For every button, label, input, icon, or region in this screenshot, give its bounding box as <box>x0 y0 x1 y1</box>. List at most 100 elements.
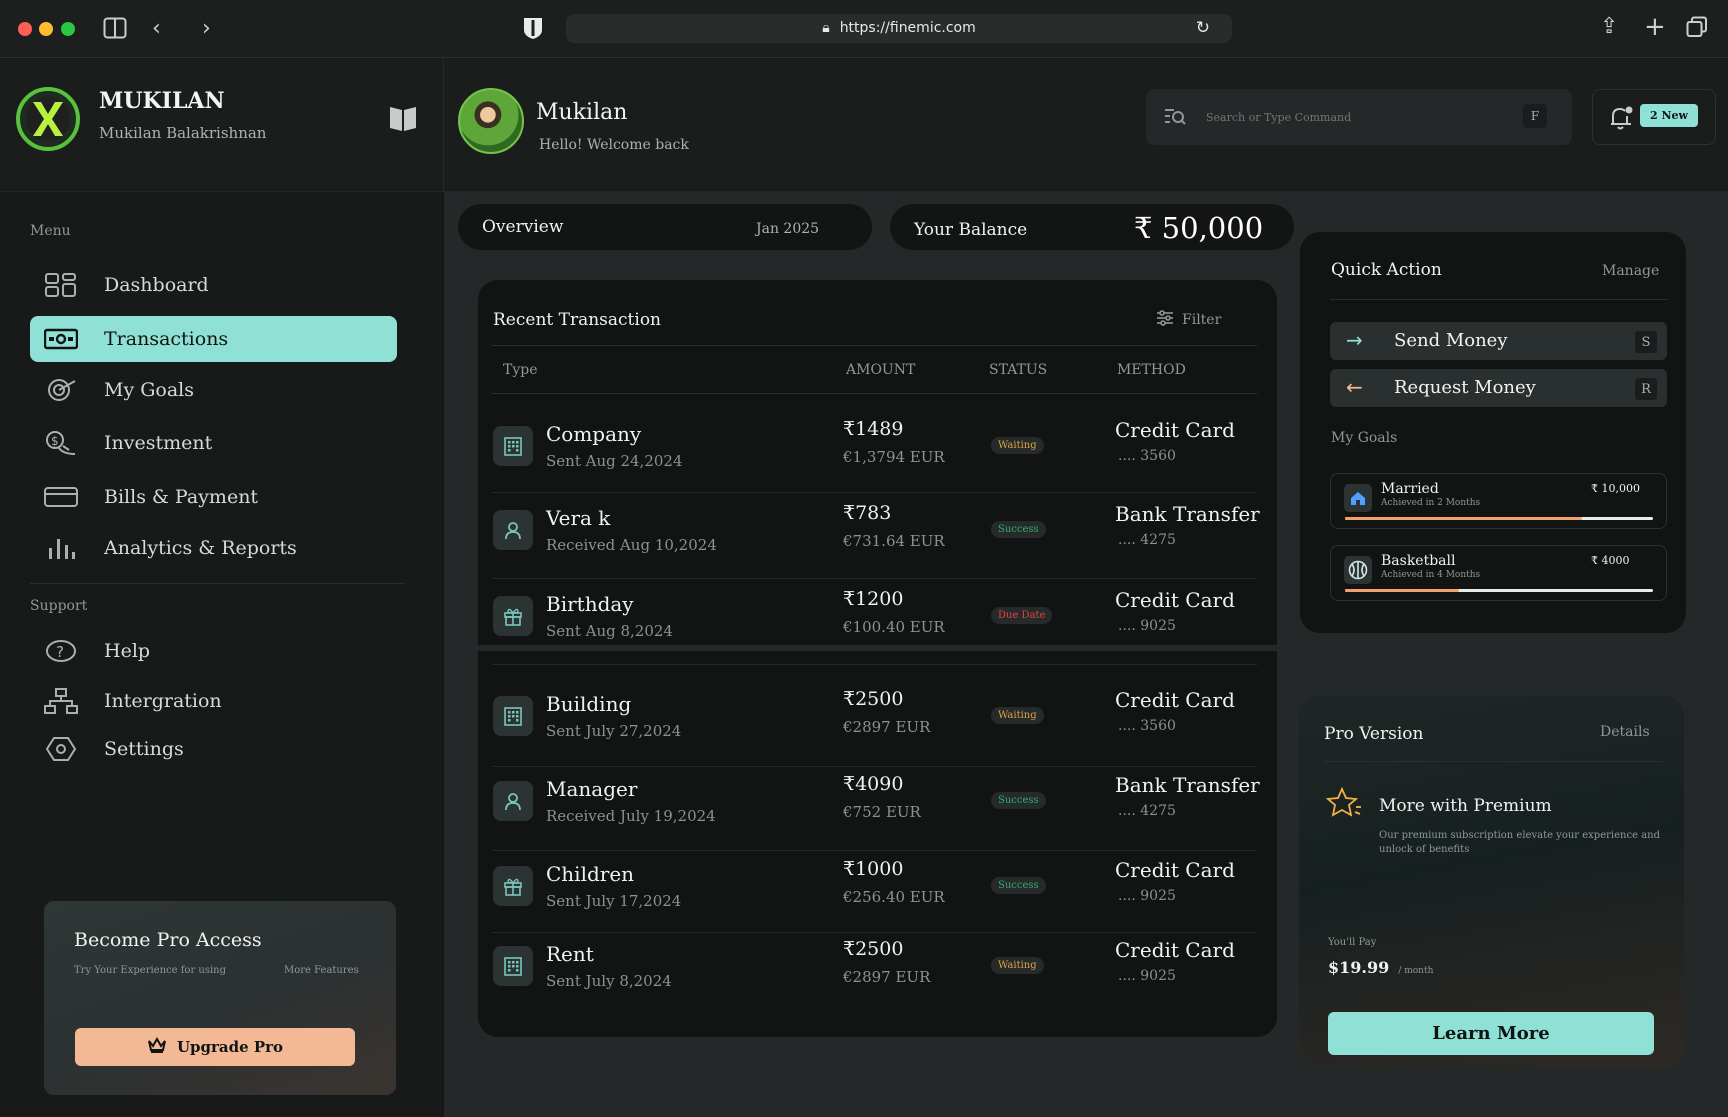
pro-details-link[interactable]: Details <box>1600 724 1650 740</box>
transaction-amount-eur: €731.64 EUR <box>843 532 945 550</box>
transaction-method: Credit Card <box>1115 688 1235 712</box>
filter-button[interactable]: Filter <box>1156 310 1221 330</box>
goal-progress-track <box>1345 589 1653 592</box>
transaction-method: Bank Transfer <box>1115 773 1260 797</box>
pro-title: Pro Version <box>1324 724 1424 744</box>
pro-access-more-text: More Features <box>284 965 359 976</box>
bell-icon[interactable] <box>1609 105 1633 135</box>
overview-label: Overview <box>482 217 564 237</box>
pro-description: Our premium subscription elevate your ex… <box>1379 830 1660 855</box>
transaction-method: Credit Card <box>1115 418 1235 442</box>
send-money-button[interactable]: → Send Money S <box>1330 322 1667 360</box>
building-icon <box>493 696 533 736</box>
transaction-date: Sent July 8,2024 <box>546 972 672 990</box>
goal-progress-fill <box>1345 589 1459 592</box>
quick-action-card: Quick Action Manage → Send Money S ← Req… <box>1300 232 1686 633</box>
table-row[interactable]: Rent Sent July 8,2024 ₹2500 €2897 EUR Waitin… <box>478 928 1277 1010</box>
transaction-method: Credit Card <box>1115 588 1235 612</box>
search-bar[interactable]: F <box>1146 89 1572 145</box>
sidebar-item-bills-payment[interactable]: Bills & Payment <box>30 474 397 520</box>
learn-more-button[interactable]: Learn More <box>1328 1012 1654 1055</box>
back-icon[interactable]: ‹ <box>152 16 161 41</box>
search-icon <box>1164 107 1186 131</box>
goal-amount: ₹ 10,000 <box>1591 482 1640 495</box>
table-row[interactable]: Building Sent July 27,2024 ₹2500 €2897 EUR W… <box>478 678 1277 760</box>
sidebar-item-dashboard[interactable]: Dashboard <box>30 262 397 308</box>
book-icon[interactable] <box>387 102 419 138</box>
transaction-amount-eur: €256.40 EUR <box>843 888 945 906</box>
transaction-name: Company <box>546 422 642 446</box>
filter-label: Filter <box>1182 312 1222 328</box>
url-text: https://finemic.com <box>839 20 976 36</box>
transaction-date: Received Aug 10,2024 <box>546 536 717 554</box>
search-input[interactable] <box>1206 105 1506 129</box>
header-type: Type <box>503 362 538 378</box>
pro-divider <box>1324 761 1662 762</box>
goal-card-basketball[interactable]: Basketball Achieved in 4 Months ₹ 4000 <box>1330 545 1667 601</box>
card-number: .... 9025 <box>1118 618 1176 634</box>
card-number: .... 3560 <box>1118 718 1176 734</box>
table-row[interactable]: Manager Received July 19,2024 ₹4090 €752 EU… <box>478 763 1277 845</box>
table-divider <box>492 393 1257 394</box>
sidebar-item-investment[interactable]: $ Investment <box>30 420 397 466</box>
sidebar-toggle-icon[interactable] <box>103 17 127 43</box>
transaction-date: Received July 19,2024 <box>546 807 716 825</box>
transaction-amount-eur: €2897 EUR <box>843 968 931 986</box>
pro-access-title: Become Pro Access <box>74 929 262 951</box>
request-money-key: R <box>1635 378 1657 400</box>
sidebar-item-analytics-reports[interactable]: Analytics & Reports <box>30 525 397 571</box>
tabs-overview-icon[interactable] <box>1686 16 1708 42</box>
pro-access-card: Become Pro Access Try Your Experience fo… <box>44 901 396 1095</box>
zoom-window-button[interactable] <box>61 22 75 36</box>
table-row[interactable]: Vera k Received Aug 10,2024 ₹783 €731.64 EU… <box>478 492 1277 574</box>
avatar[interactable] <box>458 88 524 154</box>
new-tab-icon[interactable]: + <box>1644 12 1666 42</box>
sidebar-item-label: Bills & Payment <box>104 486 259 508</box>
share-icon[interactable]: ⇪ <box>1600 14 1618 39</box>
balance-value: ₹ 50,000 <box>1134 211 1264 245</box>
table-row[interactable]: Company Sent Aug 24,2024 ₹1489 €1,3794 EUR W… <box>478 408 1277 490</box>
transaction-amount-eur: €100.40 EUR <box>843 618 945 636</box>
manage-link[interactable]: Manage <box>1602 263 1659 279</box>
arrow-right-icon: → <box>1346 328 1363 352</box>
transaction-amount: ₹1200 <box>843 588 904 610</box>
arrow-left-icon: ← <box>1346 375 1363 399</box>
crown-icon <box>147 1036 167 1057</box>
sidebar-item-label: Dashboard <box>104 274 209 296</box>
table-row[interactable]: Children Sent July 17,2024 ₹1000 €256.40 EU… <box>478 848 1277 930</box>
close-window-button[interactable] <box>18 22 32 36</box>
shield-icon[interactable] <box>522 16 544 44</box>
search-shortcut-key: F <box>1523 104 1547 128</box>
sidebar-divider <box>30 583 405 584</box>
request-money-button[interactable]: ← Request Money R <box>1330 369 1667 407</box>
notification-panel[interactable]: 2 New <box>1592 89 1716 145</box>
sidebar-item-label: My Goals <box>104 379 194 401</box>
sidebar-item-label: Investment <box>104 432 213 454</box>
sidebar-item-intergration[interactable]: Intergration <box>30 678 397 724</box>
minimize-window-button[interactable] <box>39 22 53 36</box>
row-divider <box>492 850 1257 851</box>
sidebar: MUKILAN Mukilan Balakrishnan Menu Dashbo… <box>0 58 443 1117</box>
quick-action-divider <box>1330 299 1668 300</box>
reload-icon[interactable]: ↻ <box>1196 14 1210 43</box>
transaction-name: Rent <box>546 942 594 966</box>
overview-selector[interactable]: Overview Jan 2025 <box>458 204 872 250</box>
pro-access-text: Try Your Experience for using <box>74 965 227 976</box>
transaction-date: Sent Aug 24,2024 <box>546 452 683 470</box>
bar-chart-icon <box>44 535 78 561</box>
investment-icon: $ <box>44 430 78 456</box>
transaction-name: Building <box>546 692 632 716</box>
goal-card-married[interactable]: Married Achieved in 2 Months ₹ 10,000 <box>1330 473 1667 529</box>
transaction-amount: ₹1000 <box>843 858 904 880</box>
pro-headline: More with Premium <box>1379 796 1552 816</box>
sidebar-item-settings[interactable]: Settings <box>30 726 397 772</box>
sidebar-item-transactions[interactable]: Transactions <box>30 316 397 362</box>
upgrade-pro-button[interactable]: Upgrade Pro <box>75 1028 355 1066</box>
row-divider <box>492 664 1257 665</box>
sidebar-item-my-goals[interactable]: My Goals <box>30 367 397 413</box>
sidebar-item-label: Analytics & Reports <box>104 537 297 559</box>
address-bar[interactable]: 🔒︎ https://finemic.com ↻ <box>566 14 1232 43</box>
top-bar: Mukilan Hello! Welcome back F 2 New <box>443 58 1728 192</box>
forward-icon[interactable]: › <box>202 16 211 41</box>
sidebar-item-help[interactable]: ? Help <box>30 628 397 674</box>
